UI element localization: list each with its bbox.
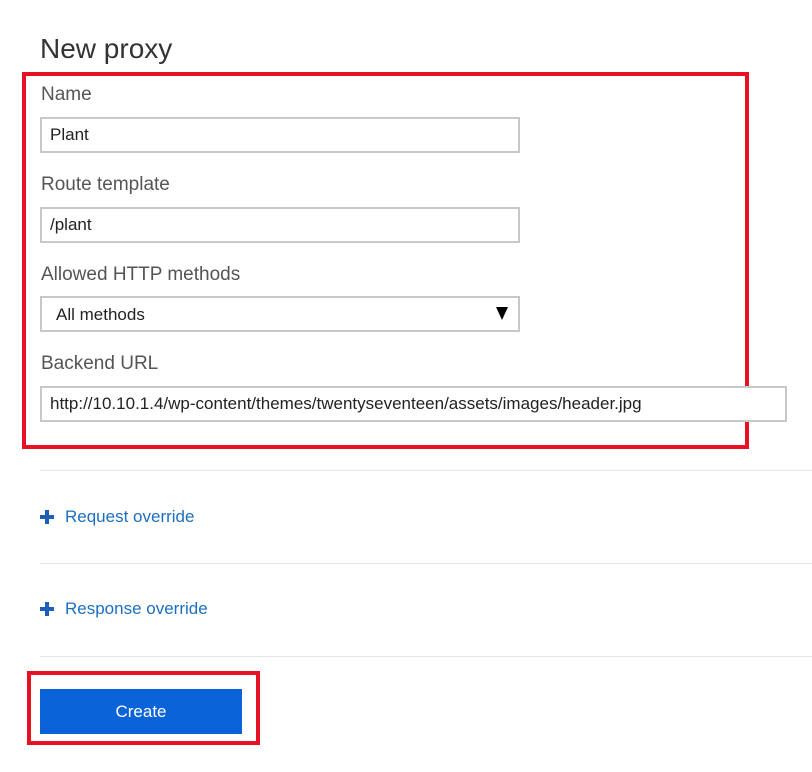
response-override-link[interactable]: Response override [40, 599, 208, 619]
dropdown-arrow-icon [496, 307, 508, 320]
response-override-label: Response override [65, 599, 208, 618]
route-template-input[interactable] [40, 207, 520, 243]
divider [40, 563, 812, 564]
plus-icon [40, 510, 54, 524]
allowed-methods-label: Allowed HTTP methods [41, 264, 241, 285]
divider [40, 470, 812, 471]
divider [40, 656, 812, 657]
page-title: New proxy [40, 33, 173, 64]
backend-url-input[interactable] [40, 386, 787, 422]
allowed-methods-select[interactable]: All methods [40, 296, 520, 332]
create-button[interactable]: Create [40, 689, 242, 734]
route-template-label: Route template [41, 174, 170, 195]
allowed-methods-selected-value: All methods [56, 305, 145, 324]
request-override-label: Request override [65, 507, 195, 526]
backend-url-label: Backend URL [41, 353, 159, 374]
name-label: Name [41, 84, 92, 105]
plus-icon [40, 602, 54, 616]
request-override-link[interactable]: Request override [40, 507, 194, 527]
name-input[interactable] [40, 117, 520, 153]
